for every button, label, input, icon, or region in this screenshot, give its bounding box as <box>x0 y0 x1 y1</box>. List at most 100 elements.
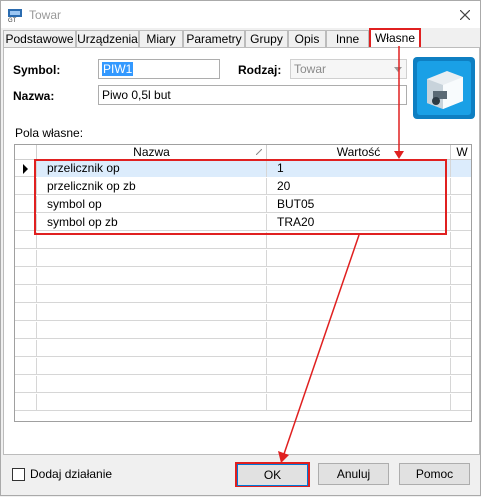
close-button[interactable] <box>450 1 480 28</box>
rodzaj-label: Rodzaj: <box>238 63 282 77</box>
sort-icon <box>256 149 262 155</box>
row-nazwa[interactable]: przelicznik op zb <box>37 178 267 195</box>
custom-fields-grid[interactable]: Nazwa Wartość W przelicznik op 1 przelic… <box>14 144 472 422</box>
table-row[interactable]: przelicznik op 1 <box>15 160 471 177</box>
empty-cell <box>37 304 267 321</box>
empty-table-row <box>15 268 471 285</box>
empty-cell <box>451 304 471 321</box>
row-indicator-cell <box>15 214 37 231</box>
empty-table-row <box>15 394 471 411</box>
table-row[interactable]: przelicznik op zb 20 <box>15 178 471 195</box>
title-bar: GT Towar <box>1 1 480 28</box>
row-wartosc[interactable]: BUT05 <box>267 196 451 213</box>
dialog-window: GT Towar Podstawowe Urządzenia Miary Par… <box>0 0 481 496</box>
empty-cell <box>451 358 471 375</box>
tab-wlasne[interactable]: Własne <box>369 28 421 48</box>
window-title: Towar <box>29 8 62 22</box>
row-wartosc[interactable]: 20 <box>267 178 451 195</box>
empty-cell <box>451 250 471 267</box>
empty-cell <box>15 304 37 321</box>
header-nazwa[interactable]: Nazwa <box>37 145 267 160</box>
empty-cell <box>267 232 451 249</box>
tab-opis[interactable]: Opis <box>288 30 326 48</box>
empty-cell <box>37 322 267 339</box>
empty-table-row <box>15 286 471 303</box>
empty-cell <box>267 376 451 393</box>
add-action-label: Dodaj działanie <box>30 467 113 481</box>
tab-miary[interactable]: Miary <box>139 30 183 48</box>
tab-label: Inne <box>335 32 360 46</box>
empty-cell <box>267 322 451 339</box>
empty-table-row <box>15 376 471 393</box>
row-w[interactable] <box>451 160 471 177</box>
add-action-checkbox[interactable] <box>12 468 25 481</box>
tab-label: Parametry <box>186 32 242 46</box>
nazwa-label: Nazwa: <box>13 89 55 103</box>
empty-cell <box>15 232 37 249</box>
tab-label: Grupy <box>250 32 283 46</box>
nazwa-field[interactable]: Piwo 0,5l but <box>98 85 407 105</box>
row-nazwa[interactable]: symbol op zb <box>37 214 267 231</box>
empty-cell <box>267 268 451 285</box>
symbol-field[interactable]: PIW1 <box>98 59 220 79</box>
tab-grupy[interactable]: Grupy <box>245 30 288 48</box>
row-indicator-cell <box>15 178 37 195</box>
help-button[interactable]: Pomoc <box>399 463 470 485</box>
close-icon <box>460 9 470 20</box>
cancel-button[interactable]: Anuluj <box>318 463 389 485</box>
tab-label: Opis <box>294 32 320 46</box>
empty-cell <box>15 394 37 411</box>
empty-table-row <box>15 340 471 357</box>
rodzaj-select[interactable]: Towar <box>290 59 407 79</box>
grid-header: Nazwa Wartość W <box>15 145 471 160</box>
empty-cell <box>15 286 37 303</box>
header-indicator-column <box>15 145 37 160</box>
svg-text:GT: GT <box>8 18 17 22</box>
empty-cell <box>267 250 451 267</box>
row-w[interactable] <box>451 196 471 213</box>
nazwa-value: Piwo 0,5l but <box>102 88 171 102</box>
empty-cell <box>37 358 267 375</box>
empty-cell <box>267 286 451 303</box>
tab-label: Urządzenia <box>77 32 138 46</box>
empty-cell <box>451 286 471 303</box>
table-row[interactable]: symbol op zb TRA20 <box>15 214 471 231</box>
tab-label: Miary <box>146 32 176 46</box>
symbol-value: PIW1 <box>102 62 134 76</box>
empty-cell <box>267 358 451 375</box>
rodzaj-value: Towar <box>294 62 327 76</box>
empty-cell <box>15 376 37 393</box>
row-w[interactable] <box>451 214 471 231</box>
ok-button[interactable]: OK <box>237 464 308 486</box>
row-wartosc[interactable]: TRA20 <box>267 214 451 231</box>
tab-podstawowe[interactable]: Podstawowe <box>3 30 76 48</box>
row-indicator-cell <box>15 196 37 213</box>
row-nazwa[interactable]: symbol op <box>37 196 267 213</box>
row-indicator-cell <box>15 160 37 177</box>
empty-cell <box>37 232 267 249</box>
empty-cell <box>15 268 37 285</box>
header-wartosc[interactable]: Wartość <box>267 145 451 160</box>
empty-table-row <box>15 304 471 321</box>
dropdown-arrow-icon <box>394 67 402 72</box>
empty-cell <box>451 268 471 285</box>
empty-cell <box>451 322 471 339</box>
tab-content-wlasne: Symbol: PIW1 Rodzaj: Towar Nazwa: Piwo 0… <box>3 47 480 455</box>
empty-cell <box>37 340 267 357</box>
empty-cell <box>15 322 37 339</box>
empty-cell <box>37 394 267 411</box>
tab-urzadzenia[interactable]: Urządzenia <box>76 30 139 48</box>
tab-parametry[interactable]: Parametry <box>183 30 245 48</box>
custom-fields-label: Pola własne: <box>15 126 84 140</box>
empty-cell <box>15 250 37 267</box>
app-icon: GT <box>8 9 22 22</box>
empty-cell <box>451 232 471 249</box>
tab-inne[interactable]: Inne <box>326 30 369 48</box>
row-w[interactable] <box>451 178 471 195</box>
row-wartosc[interactable]: 1 <box>267 160 451 177</box>
row-nazwa[interactable]: przelicznik op <box>37 160 267 177</box>
table-row[interactable]: symbol op BUT05 <box>15 196 471 213</box>
tab-strip: Podstawowe Urządzenia Miary Parametry Gr… <box>3 28 480 48</box>
header-w[interactable]: W <box>451 145 471 160</box>
empty-cell <box>267 304 451 321</box>
